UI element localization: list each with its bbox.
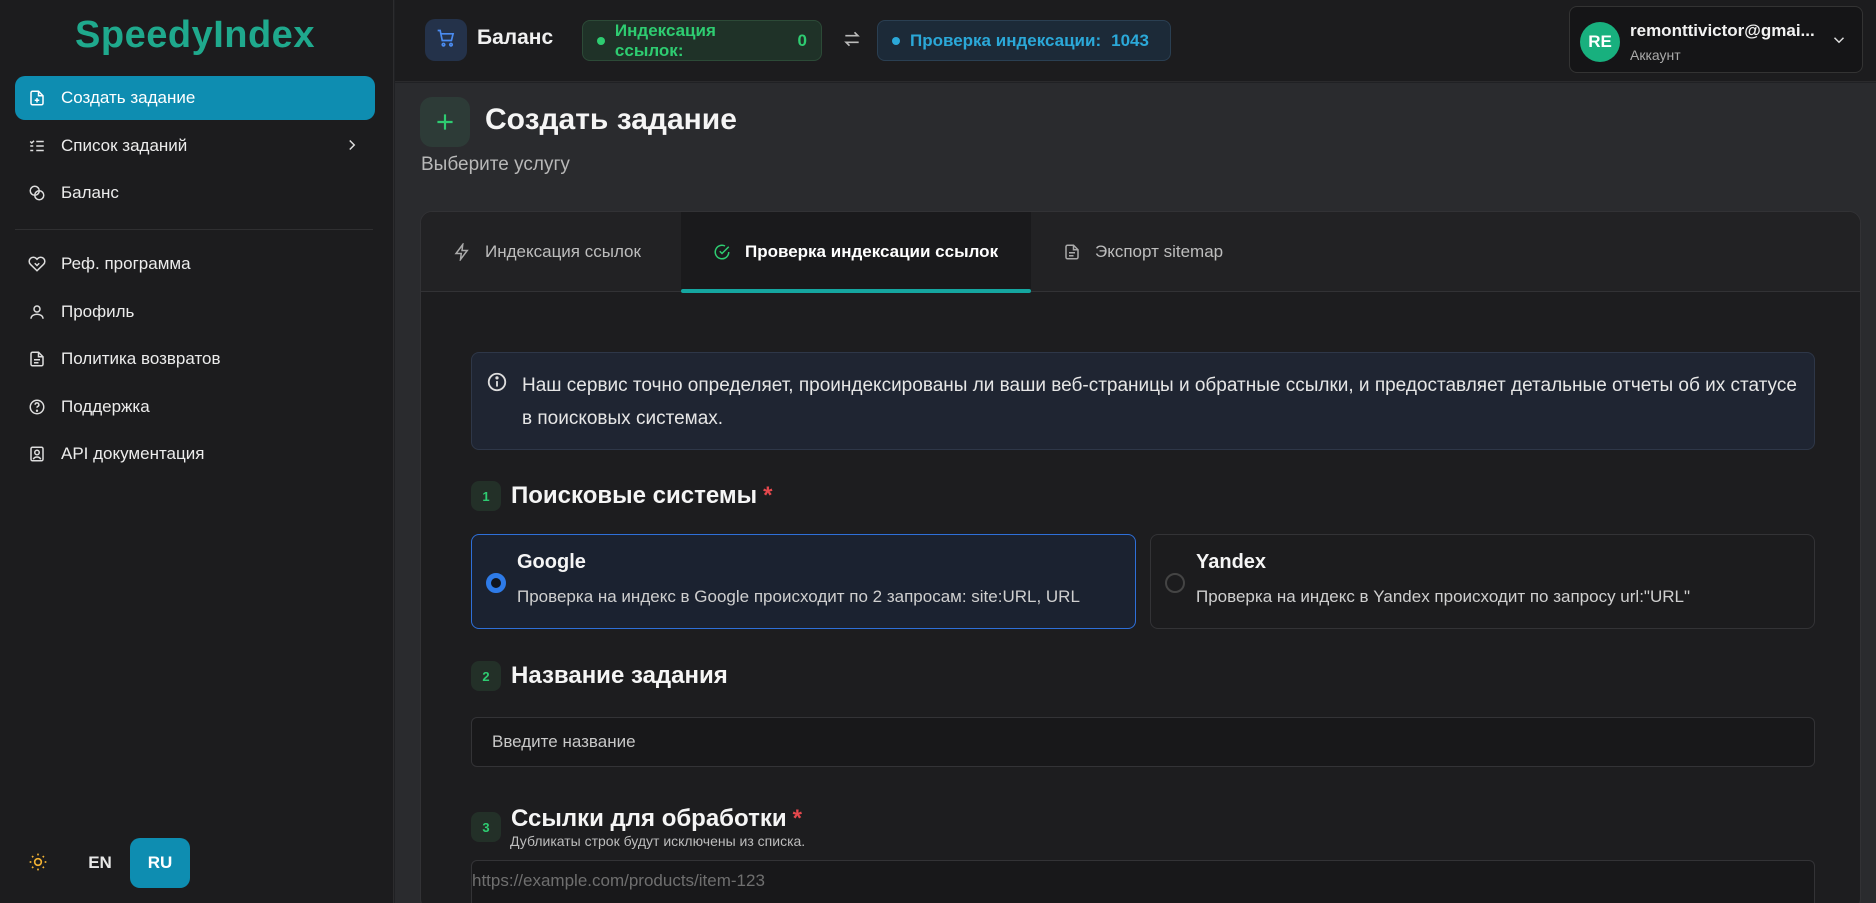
radio-button[interactable] [1165, 573, 1185, 593]
indexing-counter-badge[interactable]: Индексация ссылок: 0 [582, 20, 822, 61]
check-counter-badge[interactable]: Проверка индексации: 1043 [877, 20, 1171, 61]
chevron-down-icon [1830, 31, 1848, 54]
task-name-input[interactable] [471, 717, 1815, 767]
step-title: Ссылки для обработки [511, 805, 787, 832]
task-form-card: Индексация ссылок Проверка индексации сс… [420, 211, 1861, 903]
engine-title: Yandex [1196, 551, 1267, 573]
status-dot [597, 36, 605, 45]
balance-title[interactable]: Баланс [477, 26, 553, 50]
engine-description: Проверка на индекс в Google происходит п… [517, 587, 1080, 606]
coins-icon [27, 183, 47, 203]
plus-icon [420, 97, 470, 147]
step-task-name: 2 Название задания [471, 661, 728, 691]
account-label: Аккаунт [1630, 47, 1681, 63]
sidebar-item-label: Политика возвратов [61, 349, 221, 368]
avatar: RE [1580, 22, 1620, 62]
tab-label: Индексация ссылок [485, 242, 641, 261]
step-search-engines: 1 Поисковые системы * [471, 481, 772, 511]
sidebar-item-profile[interactable]: Профиль [15, 290, 375, 334]
chevron-right-icon [343, 136, 361, 159]
tab-label: Экспорт sitemap [1095, 242, 1224, 261]
tab-index-check[interactable]: Проверка индексации ссылок [681, 212, 1031, 293]
top-header: Баланс Индексация ссылок: 0 Проверка инд… [395, 0, 1876, 82]
step-title: Поисковые системы [511, 482, 758, 509]
sidebar: SpeedyIndex Создать задание Список задан… [0, 0, 394, 903]
account-menu[interactable]: RE remonttivictor@gmai... Аккаунт [1569, 6, 1863, 73]
engine-description: Проверка на индекс в Yandex происходит п… [1196, 587, 1691, 606]
indexing-counter-label: Индексация ссылок: [614, 20, 716, 60]
sidebar-item-label: Поддержка [61, 397, 150, 416]
tab-sitemap-export[interactable]: Экспорт sitemap [1031, 212, 1261, 292]
sidebar-item-task-list[interactable]: Список заданий [15, 124, 375, 168]
tab-link-indexing[interactable]: Индексация ссылок [421, 212, 681, 292]
list-check-icon [27, 136, 47, 156]
step-number: 1 [471, 481, 501, 511]
language-en-button[interactable]: EN [70, 838, 130, 888]
engine-option-google[interactable]: Google Проверка на индекс в Google проис… [471, 534, 1136, 629]
step-number: 2 [471, 661, 501, 691]
links-textarea[interactable] [471, 860, 1815, 903]
page-title: Создать задание [485, 103, 737, 136]
radio-button[interactable] [486, 573, 506, 593]
tab-label: Проверка индексации ссылок [745, 242, 999, 261]
sidebar-item-api-docs[interactable]: API документация [15, 432, 375, 476]
check-counter-value: 1043 [1111, 30, 1149, 50]
sidebar-item-label: Профиль [61, 302, 135, 321]
document-icon [27, 349, 47, 369]
status-dot [892, 36, 900, 45]
page-subtitle: Выберите услугу [421, 154, 570, 175]
step-title: Название задания [511, 662, 728, 689]
service-info-banner: Наш сервис точно определяет, проиндексир… [471, 352, 1815, 450]
engine-option-yandex[interactable]: Yandex Проверка на индекс в Yandex проис… [1150, 534, 1815, 629]
sidebar-item-referral[interactable]: Реф. программа [15, 242, 375, 286]
app-logo[interactable]: SpeedyIndex [0, 14, 390, 57]
info-icon [486, 371, 508, 398]
required-marker: * [763, 482, 773, 509]
sidebar-item-label: Список заданий [61, 136, 188, 155]
sun-icon [28, 852, 48, 877]
account-email: remonttivictor@gmai... [1630, 21, 1815, 40]
lightning-icon [453, 243, 471, 261]
links-note: Дубликаты строк будут исключены из списк… [510, 833, 806, 849]
help-circle-icon [27, 397, 47, 417]
info-text: Наш сервис точно определяет, проиндексир… [522, 375, 1797, 429]
sidebar-item-label: API документация [61, 444, 205, 463]
sidebar-divider [15, 229, 373, 230]
required-marker: * [792, 805, 802, 832]
language-ru-button[interactable]: RU [130, 838, 190, 888]
swap-icon[interactable] [842, 28, 862, 50]
service-tabs: Индексация ссылок Проверка индексации сс… [421, 212, 1860, 293]
document-icon [1063, 243, 1081, 261]
step-number: 3 [471, 812, 501, 842]
cart-button[interactable] [425, 19, 467, 61]
indexing-counter-value: 0 [797, 30, 807, 50]
check-circle-icon [713, 243, 731, 261]
sidebar-item-label: Баланс [61, 183, 119, 202]
book-icon [27, 444, 47, 464]
engine-title: Google [517, 551, 586, 573]
sidebar-item-balance[interactable]: Баланс [15, 171, 375, 215]
sidebar-item-create-task[interactable]: Создать задание [15, 76, 375, 120]
heart-handshake-icon [27, 254, 47, 274]
file-plus-icon [27, 88, 47, 108]
sidebar-item-support[interactable]: Поддержка [15, 385, 375, 429]
check-counter-label: Проверка индексации: [910, 30, 1102, 50]
theme-toggle-button[interactable] [24, 850, 52, 878]
sidebar-item-refund-policy[interactable]: Политика возвратов [15, 337, 375, 381]
user-icon [27, 302, 47, 322]
sidebar-item-label: Создать задание [61, 88, 196, 107]
main-content: Создать задание Выберите услугу Индексац… [395, 83, 1876, 903]
cart-icon [436, 28, 456, 53]
sidebar-item-label: Реф. программа [61, 254, 191, 273]
